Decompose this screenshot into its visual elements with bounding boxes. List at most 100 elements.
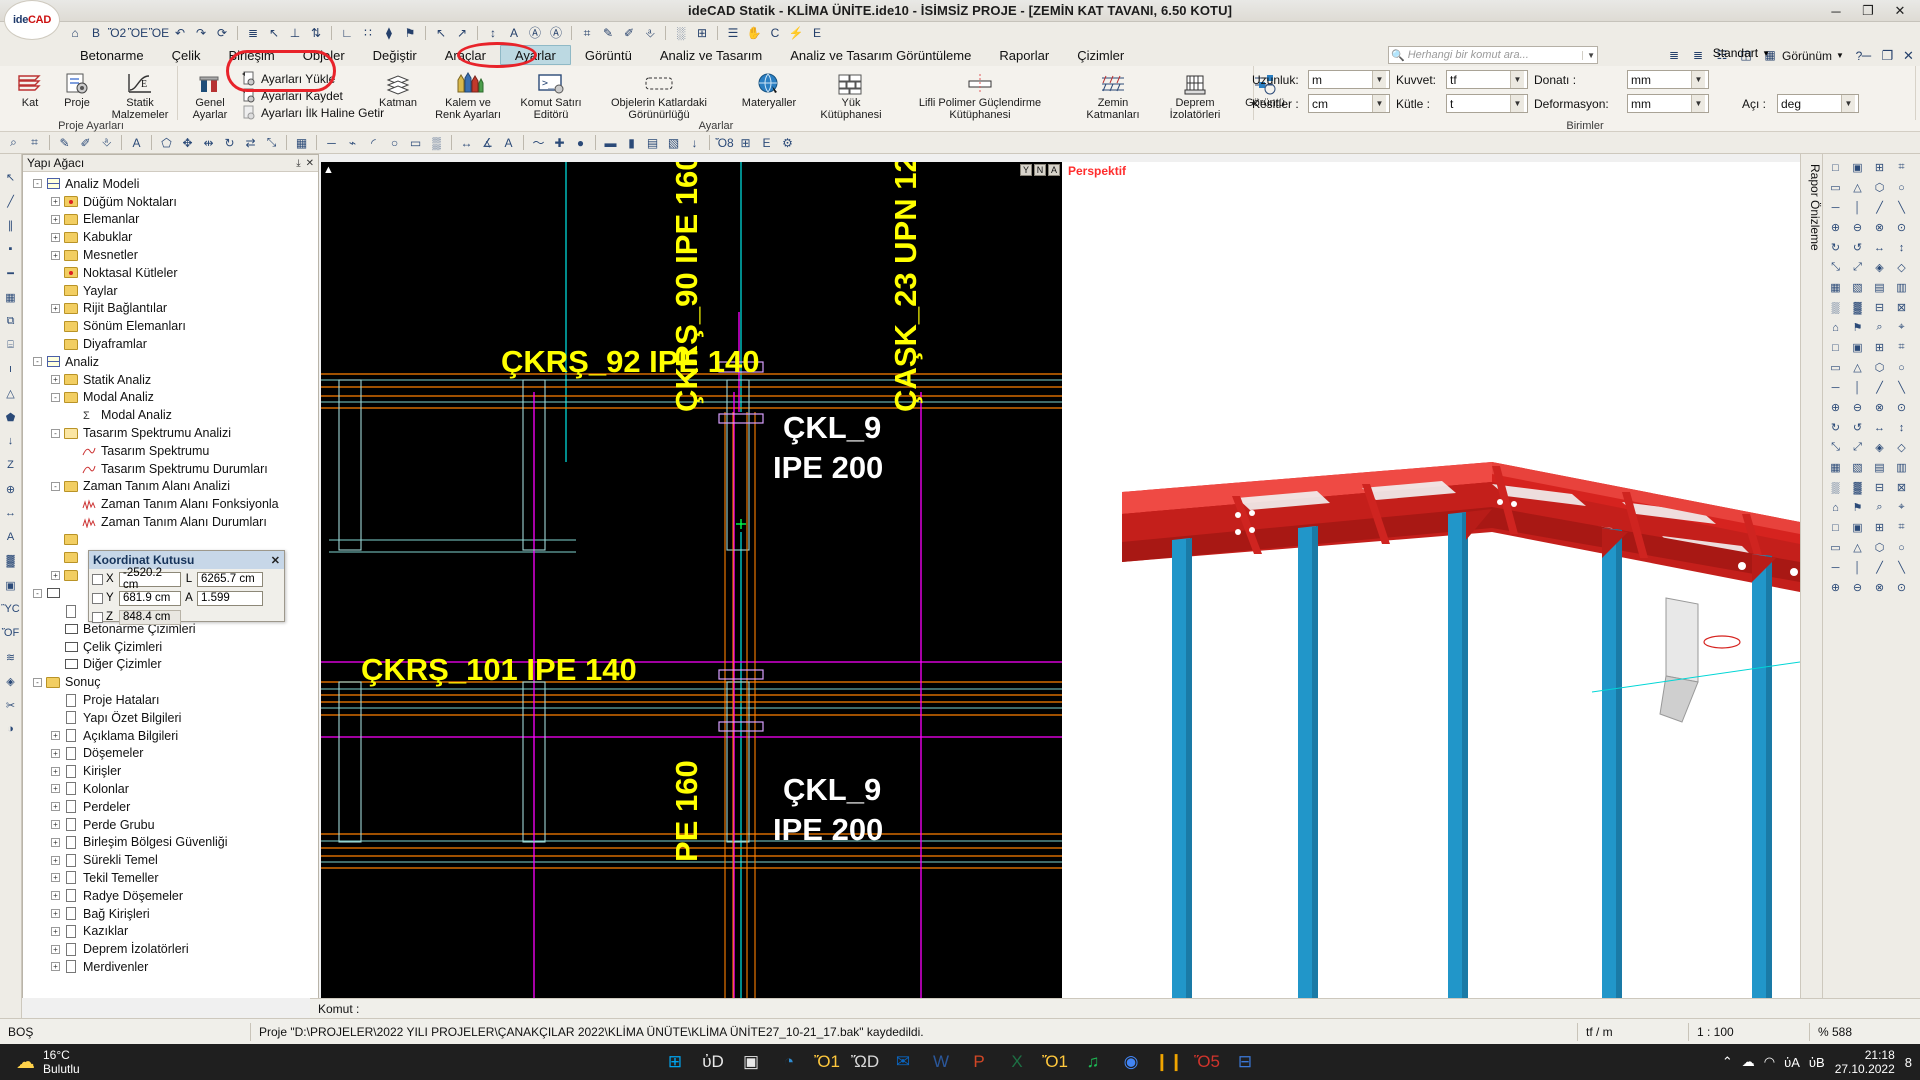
right-tool-icon-55[interactable]: ↕	[1891, 418, 1912, 437]
new-file-icon[interactable]: ὜B	[87, 24, 105, 42]
battery-icon[interactable]: ὐB	[1809, 1055, 1825, 1070]
ayarlari-ilk-haline-getir-button[interactable]: Ayarları İlk Haline Getir	[240, 104, 384, 121]
right-tool-icon-42[interactable]: ⬡	[1869, 358, 1890, 377]
donati-select[interactable]: mm ▼	[1627, 70, 1709, 89]
right-tool-icon-47[interactable]: ╲	[1891, 378, 1912, 397]
cad-viewport[interactable]: ▲ ÇKRŞ_92 IPE 140 ÇKRŞ_101 IPE 140 ÇKRŞ_…	[321, 162, 1800, 998]
label-icon[interactable]: ⎀	[641, 24, 659, 42]
tree-node[interactable]: Tasarım Spektrumu Durumları	[23, 460, 318, 478]
command-bar[interactable]: Komut :	[310, 998, 1920, 1018]
coordinate-value-y[interactable]: 681.9 cm	[119, 591, 181, 606]
tree-node[interactable]: - Tasarım Spektrumu Analizi	[23, 424, 318, 442]
kalem-renk-button[interactable]: Kalem ve Renk Ayarları	[426, 68, 510, 121]
block-tool-icon[interactable]: ▣	[2, 576, 20, 594]
expand-icon[interactable]: +	[51, 927, 60, 936]
close-icon[interactable]: ✕	[306, 158, 314, 169]
right-tool-icon-17[interactable]: ↺	[1847, 238, 1868, 257]
chevron-down-icon[interactable]: ▼	[1841, 95, 1855, 112]
right-tool-icon-78[interactable]: ⬡	[1869, 538, 1890, 557]
connection-tool-icon[interactable]: ⬟	[2, 408, 20, 426]
right-tool-icon-51[interactable]: ⊙	[1891, 398, 1912, 417]
auto-abc-icon[interactable]: Ⓐ	[547, 24, 565, 42]
right-tool-icon-20[interactable]: ⤡	[1825, 258, 1846, 277]
collapse-icon[interactable]: -	[51, 482, 60, 491]
coordinate-checkbox-z[interactable]	[92, 612, 103, 623]
statik-malzemeler-button[interactable]: E Statik Malzemeler	[102, 68, 178, 121]
tree-node[interactable]: + Birleşim Bölgesi Güvenliği	[23, 833, 318, 851]
right-tool-icon-53[interactable]: ↺	[1847, 418, 1868, 437]
right-tool-icon-36[interactable]: □	[1825, 338, 1846, 357]
mail-icon[interactable]: ✉	[890, 1049, 916, 1075]
kuvvet-select[interactable]: tf ▼	[1446, 70, 1528, 89]
right-tool-icon-0[interactable]: □	[1825, 158, 1846, 177]
menu-item-de-i-tir[interactable]: Değiştir	[359, 45, 431, 65]
store-icon[interactable]: ὬD	[852, 1049, 878, 1075]
right-tool-icon-16[interactable]: ↻	[1825, 238, 1846, 257]
arrow-right-icon[interactable]: ↗	[453, 24, 471, 42]
deprem-izolatorleri-button[interactable]: Deprem İzolatörleri	[1156, 68, 1234, 121]
tree-node[interactable]: Σ Modal Analiz	[23, 406, 318, 424]
proje-button[interactable]: Proje	[52, 68, 102, 110]
dim-tool-icon[interactable]: ↔	[2, 504, 20, 522]
text-scale-icon[interactable]: A	[505, 24, 523, 42]
right-tool-icon-6[interactable]: ⬡	[1869, 178, 1890, 197]
wall-tool-icon[interactable]: ∥	[2, 216, 20, 234]
right-tool-icon-37[interactable]: ▣	[1847, 338, 1868, 357]
show-hidden-icons[interactable]: ⌃	[1722, 1054, 1733, 1070]
search-taskbar-icon[interactable]: ὐD	[700, 1049, 726, 1075]
chevron-down-icon[interactable]: ▼	[1510, 95, 1524, 112]
tree-node[interactable]: + Sürekli Temel	[23, 851, 318, 869]
chevron-down-icon[interactable]: ▼	[1836, 51, 1844, 60]
right-tool-icon-40[interactable]: ▭	[1825, 358, 1846, 377]
menu-item-birle-im[interactable]: Birleşim	[215, 45, 289, 65]
scale-icon[interactable]: ⤡	[262, 133, 281, 152]
menu-item-ara-lar[interactable]: Araçlar	[431, 45, 500, 65]
tree-node[interactable]: - Zaman Tanım Alanı Analizi	[23, 478, 318, 496]
tree-node[interactable]: Diğer Çizimler	[23, 656, 318, 674]
expand-icon[interactable]: +	[51, 820, 60, 829]
tree-node[interactable]: Zaman Tanım Alanı Durumları	[23, 513, 318, 531]
ayarlari-kaydet-button[interactable]: Ayarları Kaydet	[240, 87, 343, 104]
arc-icon[interactable]: ◜	[364, 133, 383, 152]
tree-node[interactable]: + Bağ Kirişleri	[23, 905, 318, 923]
tree-node[interactable]: Zaman Tanım Alanı Fonksiyonla	[23, 495, 318, 513]
expand-icon[interactable]: +	[51, 304, 60, 313]
beam-icon[interactable]: ▬	[601, 133, 620, 152]
select-tool-icon[interactable]: ↖	[2, 168, 20, 186]
truss-tool-icon[interactable]: △	[2, 384, 20, 402]
text-a-icon[interactable]: A	[499, 133, 518, 152]
tree-node[interactable]: - Analiz Modeli	[23, 175, 318, 193]
settings-icon[interactable]: ⚙	[778, 133, 797, 152]
right-tool-icon-10[interactable]: ╱	[1869, 198, 1890, 217]
expand-icon[interactable]: +	[51, 962, 60, 971]
right-tool-icon-43[interactable]: ○	[1891, 358, 1912, 377]
chevron-down-icon[interactable]: ▼	[1372, 71, 1386, 88]
zoom-window-icon[interactable]: ⌗	[25, 133, 44, 152]
right-tool-icon-70[interactable]: ⌕	[1869, 498, 1890, 517]
right-tool-icon-74[interactable]: ⊞	[1869, 518, 1890, 537]
right-tool-icon-30[interactable]: ⊟	[1869, 298, 1890, 317]
right-tool-icon-3[interactable]: ⌗	[1891, 158, 1912, 177]
chevron-down-icon[interactable]: ▼	[1762, 49, 1770, 58]
menu-item-analiz-ve-tasar-m[interactable]: Analiz ve Tasarım	[646, 45, 776, 65]
layers-icon[interactable]: ☰	[724, 24, 742, 42]
inner-close-button[interactable]: ✕	[1899, 46, 1918, 64]
report-icon[interactable]: ὜E	[808, 24, 826, 42]
excel-icon[interactable]: X	[1004, 1049, 1030, 1075]
menu-item-g-r-nt-[interactable]: Görüntü	[571, 45, 646, 65]
tree-node[interactable]: Yaylar	[23, 282, 318, 300]
slab-icon[interactable]: ▧	[664, 133, 683, 152]
collapse-icon[interactable]: -	[33, 357, 42, 366]
expand-icon[interactable]: +	[51, 856, 60, 865]
report-preview-tab[interactable]: Rapor Önizleme	[1800, 154, 1822, 998]
mirror-icon[interactable]: ⇄	[241, 133, 260, 152]
tree-node[interactable]: + Elemanlar	[23, 211, 318, 229]
standard-selector[interactable]: Standart ▼	[1713, 46, 1770, 60]
materyaller-button[interactable]: Materyaller	[726, 68, 812, 110]
result-chart-icon[interactable]: Ὄ8	[715, 133, 734, 152]
expand-icon[interactable]: +	[51, 749, 60, 758]
uzunluk-select[interactable]: m ▼	[1308, 70, 1390, 89]
tree-node[interactable]: - Modal Analiz	[23, 389, 318, 407]
beam-tool-icon[interactable]: ━	[2, 264, 20, 282]
menu-item-raporlar[interactable]: Raporlar	[985, 45, 1063, 65]
